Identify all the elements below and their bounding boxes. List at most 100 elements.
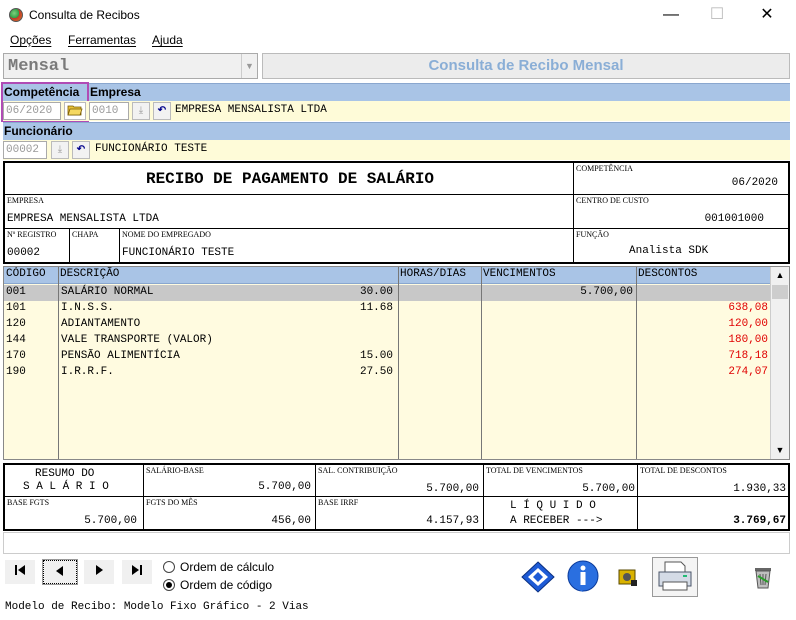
first-record-button[interactable] (5, 560, 35, 584)
receipt-competencia-value: 06/2020 (731, 177, 778, 189)
grid-divider (481, 267, 482, 459)
scroll-thumb[interactable] (772, 285, 788, 299)
cell-descontos: 180,00 (728, 334, 768, 346)
next-record-button[interactable] (84, 560, 114, 584)
close-button[interactable]: ✕ (744, 0, 790, 30)
title-bar: Consulta de Recibos — ☐ ✕ (0, 0, 796, 30)
summary-base-fgts-cell: BASE FGTS 5.700,00 (4, 496, 144, 530)
table-row[interactable] (4, 397, 770, 413)
receipt-nome-value: FUNCIONÁRIO TESTE (122, 247, 235, 259)
grid-header: CÓDIGO DESCRIÇÃO HORAS/DIAS VENCIMENTOS … (4, 267, 770, 284)
header-descricao: DESCRIÇÃO (60, 268, 120, 280)
summary-fgts-mes-cell: FGTS DO MÊS 456,00 (143, 496, 316, 530)
receipt-centro-value: 001001000 (704, 213, 764, 225)
sal-contrib-label: SAL. CONTRIBUIÇÃO (318, 466, 398, 475)
order-calc-radio[interactable] (163, 561, 175, 573)
grid-divider (636, 267, 637, 459)
cell-codigo: 001 (6, 286, 26, 298)
settings-icon[interactable] (608, 560, 646, 596)
receipt-title: RECIBO DE PAGAMENTO DE SALÁRIO (145, 170, 435, 188)
fgts-mes-value: 456,00 (271, 515, 311, 527)
competencia-input[interactable]: 06/2020 (3, 102, 61, 120)
summary-liquido-value-cell: 3.769,67 (637, 496, 789, 530)
table-row[interactable]: 190 I.R.R.F. 27.50 274,07 (4, 365, 770, 381)
cell-descricao: ADIANTAMENTO (61, 318, 141, 330)
funcionario-lookup-icon[interactable]: ⤓ (51, 141, 69, 159)
cell-codigo: 170 (6, 350, 26, 362)
panel-title: Consulta de Recibo Mensal (262, 53, 790, 79)
previous-record-button[interactable] (42, 559, 78, 585)
base-irrf-value: 4.157,93 (426, 515, 479, 527)
print-button[interactable] (652, 557, 698, 597)
cell-descontos: 274,07 (728, 366, 768, 378)
cell-horas: 30.00 (359, 286, 393, 298)
scroll-down-icon[interactable]: ▼ (772, 442, 788, 459)
competencia-empresa-header: Competência Empresa (3, 83, 790, 101)
table-row[interactable]: 144 VALE TRANSPORTE (VALOR) 180,00 (4, 333, 770, 349)
empresa-lookup-icon[interactable]: ⤓ (132, 102, 150, 120)
liquido-line1: L Í Q U I D O (510, 500, 596, 512)
menu-ferramentas[interactable]: Ferramentas (68, 33, 136, 47)
total-desc-value: 1.930,33 (733, 483, 786, 495)
receipt-empresa-label: EMPRESA (7, 196, 44, 205)
status-bar: Modelo de Recibo: Modelo Fixo Gráfico - … (0, 599, 796, 620)
table-row[interactable]: 170 PENSÃO ALIMENTÍCIA 15.00 718,18 (4, 349, 770, 365)
receipt-competencia-cell: COMPETÊNCIA 06/2020 (573, 162, 789, 195)
chevron-down-icon[interactable]: ▼ (241, 54, 257, 78)
header-descontos: DESCONTOS (638, 268, 698, 280)
table-row[interactable]: 101 I.N.S.S. 11.68 638,08 (4, 301, 770, 317)
receipt-funcao-cell: FUNÇÃO Analista SDK (573, 228, 789, 263)
window-title: Consulta de Recibos (29, 8, 140, 22)
mode-select[interactable]: Mensal ▼ (3, 53, 258, 79)
minimize-button[interactable]: — (648, 0, 694, 30)
navigate-icon[interactable] (519, 560, 557, 596)
cell-vencimentos: 5.700,00 (580, 286, 633, 298)
cell-horas: 11.68 (359, 302, 393, 314)
funcionario-code-input[interactable]: 00002 (3, 141, 47, 159)
payroll-grid[interactable]: CÓDIGO DESCRIÇÃO HORAS/DIAS VENCIMENTOS … (3, 266, 790, 460)
cell-descontos: 120,00 (728, 318, 768, 330)
table-row[interactable] (4, 429, 770, 445)
panel-title-text: Consulta de Recibo Mensal (428, 57, 624, 74)
table-row[interactable]: 001 SALÁRIO NORMAL 30.00 5.700,00 (4, 285, 770, 301)
competencia-empresa-row: 06/2020 0010 ⤓ ↶ EMPRESA MENSALISTA LTDA (3, 101, 790, 121)
scroll-up-icon[interactable]: ▲ (772, 267, 788, 284)
cell-horas: 27.50 (359, 366, 393, 378)
cell-codigo: 144 (6, 334, 26, 346)
table-row[interactable] (4, 413, 770, 429)
table-row[interactable] (4, 381, 770, 397)
order-calc-label[interactable]: Ordem de cálculo (180, 560, 274, 574)
receipt-centro-cell: CENTRO DE CUSTO 001001000 (573, 194, 789, 229)
status-text: Modelo de Recibo: Modelo Fixo Gráfico - … (5, 601, 309, 613)
order-code-radio[interactable] (163, 579, 175, 591)
receipt-funcao-value: Analista SDK (629, 245, 709, 257)
menu-ajuda[interactable]: Ajuda (152, 33, 183, 47)
order-code-label[interactable]: Ordem de código (180, 578, 272, 592)
total-desc-label: TOTAL DE DESCONTOS (640, 466, 727, 475)
cell-codigo: 190 (6, 366, 26, 378)
table-row[interactable]: 120 ADIANTAMENTO 120,00 (4, 317, 770, 333)
receipt-nome-label: NOME DO EMPREGADO (122, 230, 211, 239)
receipt-chapa-cell: CHAPA (69, 228, 120, 263)
folder-icon[interactable] (64, 102, 86, 120)
funcionario-undo-icon[interactable]: ↶ (72, 141, 90, 159)
table-row[interactable] (4, 445, 770, 459)
resumo-line2: S A L Á R I O (23, 481, 109, 493)
cell-descricao: I.N.S.S. (61, 302, 114, 314)
grid-scrollbar[interactable]: ▲ ▼ (770, 267, 789, 459)
sal-contrib-value: 5.700,00 (426, 483, 479, 495)
summary-liquido-label-cell: L Í Q U I D O A RECEBER ---> (483, 496, 638, 530)
liquido-line2: A RECEBER ---> (510, 515, 603, 527)
info-icon[interactable] (564, 559, 602, 595)
cell-descontos: 638,08 (728, 302, 768, 314)
menu-opcoes[interactable]: Opções (10, 33, 51, 47)
empresa-undo-icon[interactable]: ↶ (153, 102, 171, 120)
maximize-button[interactable]: ☐ (694, 0, 740, 30)
receipt-registro-label: Nº REGISTRO (7, 230, 57, 239)
grid-divider (398, 267, 399, 459)
empresa-code-input[interactable]: 0010 (89, 102, 129, 120)
summary-total-desc-cell: TOTAL DE DESCONTOS 1.930,33 (637, 464, 789, 497)
last-record-button[interactable] (122, 560, 152, 584)
empresa-label: Empresa (90, 85, 141, 99)
trash-icon[interactable] (744, 562, 782, 598)
